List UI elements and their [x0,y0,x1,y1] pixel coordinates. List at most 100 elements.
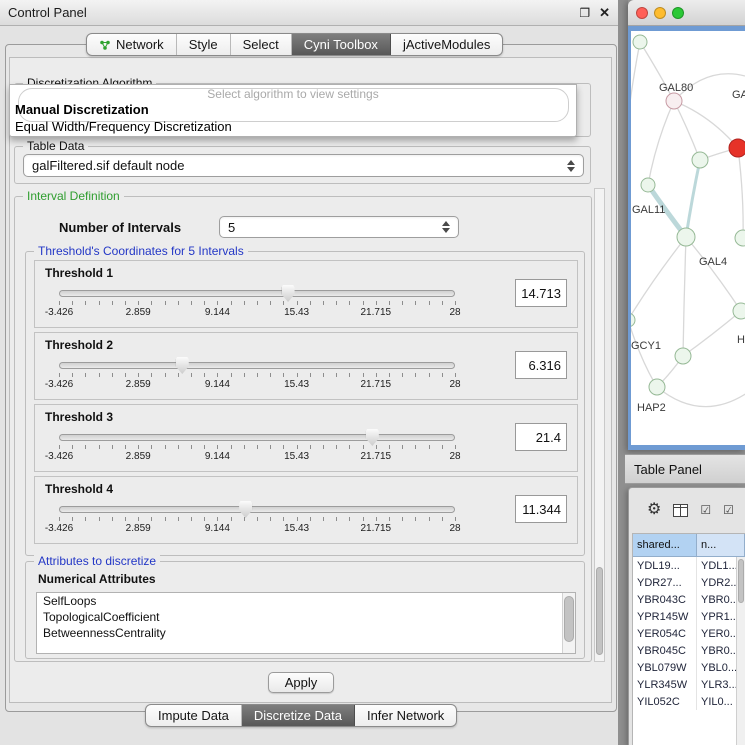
table-row[interactable]: YBR043CYBR0... [633,591,745,608]
settings-scrollbar[interactable] [594,188,605,662]
tick-mark [257,301,258,305]
attribute-list-item[interactable]: SelfLoops [37,593,575,609]
tick-mark [217,445,218,449]
threshold-4-slider[interactable]: -3.4262.8599.14415.4321.71528 [59,503,455,541]
tick-mark [112,373,113,377]
network-node[interactable] [677,228,695,246]
network-node[interactable] [675,348,691,364]
attribute-list-item[interactable]: BetweennessCentrality [37,625,575,641]
tab-label: Network [116,37,164,52]
table-scrollbar[interactable] [736,557,745,745]
table-row[interactable]: YDL19...YDL1... [633,557,745,574]
float-window-icon[interactable]: ❐ [579,7,590,19]
table-row[interactable]: YBR045CYBR0... [633,642,745,659]
tab-impute-data[interactable]: Impute Data [146,705,242,726]
list-scrollbar[interactable] [562,593,575,653]
select-none-icon[interactable]: ☑ [723,504,734,516]
tab-cyni-toolbox[interactable]: Cyni Toolbox [292,34,391,55]
slider-track[interactable] [59,434,455,441]
network-canvas[interactable]: GAL80GALGAL11GAL4GCY1HAP2H [631,31,745,445]
table-row[interactable]: YPR145WYPR1... [633,608,745,625]
table-row[interactable]: YLR345WYLR3... [633,676,745,693]
network-node[interactable] [649,379,665,395]
threshold-3-value-field[interactable]: 21.4 [515,423,567,451]
attribute-list-item[interactable]: TopologicalCoefficient [37,609,575,625]
tick-mark [99,517,100,521]
table-data-combobox[interactable]: galFiltered.sif default node [23,154,584,177]
network-node[interactable] [735,230,745,246]
slider-thumb[interactable] [239,501,252,518]
scrollbar-thumb[interactable] [738,559,744,603]
slider-track[interactable] [59,362,455,369]
network-node[interactable] [641,178,655,192]
close-icon[interactable]: ✕ [599,7,610,19]
tick-mark [389,517,390,521]
network-node[interactable] [633,35,647,49]
tick-mark [125,445,126,449]
column-header-shared-name[interactable]: shared... [633,534,697,557]
network-node[interactable] [631,313,635,327]
scrollbar-thumb[interactable] [564,596,574,642]
algorithm-option-equal-width[interactable]: Equal Width/Frequency Discretization [15,119,232,134]
numerical-attributes-list: SelfLoopsTopologicalCoefficientBetweenne… [36,592,576,654]
threshold-1-slider[interactable]: -3.4262.8599.14415.4321.71528 [59,287,455,325]
scrollbar-thumb[interactable] [596,567,603,655]
threshold-2-value-field[interactable]: 6.316 [515,351,567,379]
tab-discretize-data[interactable]: Discretize Data [242,705,355,726]
algorithm-option-manual[interactable]: Manual Discretization [15,102,149,117]
slider-track[interactable] [59,506,455,513]
tick-label: 2.859 [126,451,151,462]
close-traffic-light[interactable] [636,7,648,19]
network-node[interactable] [729,139,745,157]
network-node-label: H [737,334,745,346]
slider-thumb[interactable] [366,429,379,446]
network-canvas-svg: GAL80GALGAL11GAL4GCY1HAP2H [631,31,745,445]
columns-icon[interactable] [673,504,688,517]
minimize-traffic-light[interactable] [654,7,666,19]
network-edge [674,101,700,160]
tick-mark [363,373,364,377]
slider-thumb[interactable] [282,285,295,302]
network-node[interactable] [666,93,682,109]
gear-icon[interactable]: ⚙ [647,502,661,518]
threshold-4-value-field[interactable]: 11.344 [515,495,567,523]
slider-thumb[interactable] [176,357,189,374]
threshold-2-slider[interactable]: -3.4262.8599.14415.4321.71528 [59,359,455,397]
table-row[interactable]: YIL052CYIL0... [633,693,745,710]
slider-track[interactable] [59,290,455,297]
table-row[interactable]: YDR27...YDR2... [633,574,745,591]
tab-jactivemodules[interactable]: jActiveModules [391,34,502,55]
tab-select[interactable]: Select [231,34,292,55]
tab-label: Infer Network [367,708,444,723]
tick-mark [402,445,403,449]
tick-mark [336,373,337,377]
zoom-traffic-light[interactable] [672,7,684,19]
thresholds-fieldset: Threshold's Coordinates for 5 Intervals … [25,251,585,556]
tab-network[interactable]: Network [87,34,177,55]
threshold-3-slider[interactable]: -3.4262.8599.14415.4321.71528 [59,431,455,469]
tab-infer-network[interactable]: Infer Network [355,705,456,726]
tick-label: 2.859 [126,307,151,318]
network-node[interactable] [733,303,745,319]
number-of-intervals-combobox[interactable]: 5 [219,216,459,238]
tick-mark [112,445,113,449]
stepper-icon[interactable] [436,221,450,233]
tab-label: Discretize Data [254,708,342,723]
apply-button[interactable]: Apply [268,672,334,693]
table-panel-title: Table Panel [634,462,702,477]
tick-mark [349,301,350,305]
stepper-icon[interactable] [561,160,575,172]
table-row[interactable]: YBL079WYBL0... [633,659,745,676]
table-row[interactable]: YER054CYER0... [633,625,745,642]
tick-mark [125,517,126,521]
tick-mark [402,301,403,305]
tick-mark [297,517,298,521]
column-header-name[interactable]: n... [697,534,745,557]
tab-label: Cyni Toolbox [304,37,378,52]
tick-mark [429,301,430,305]
threshold-1-value-field[interactable]: 14.713 [515,279,567,307]
select-all-icon[interactable]: ☑ [700,504,711,516]
tick-mark [402,517,403,521]
network-node[interactable] [692,152,708,168]
tab-style[interactable]: Style [177,34,231,55]
